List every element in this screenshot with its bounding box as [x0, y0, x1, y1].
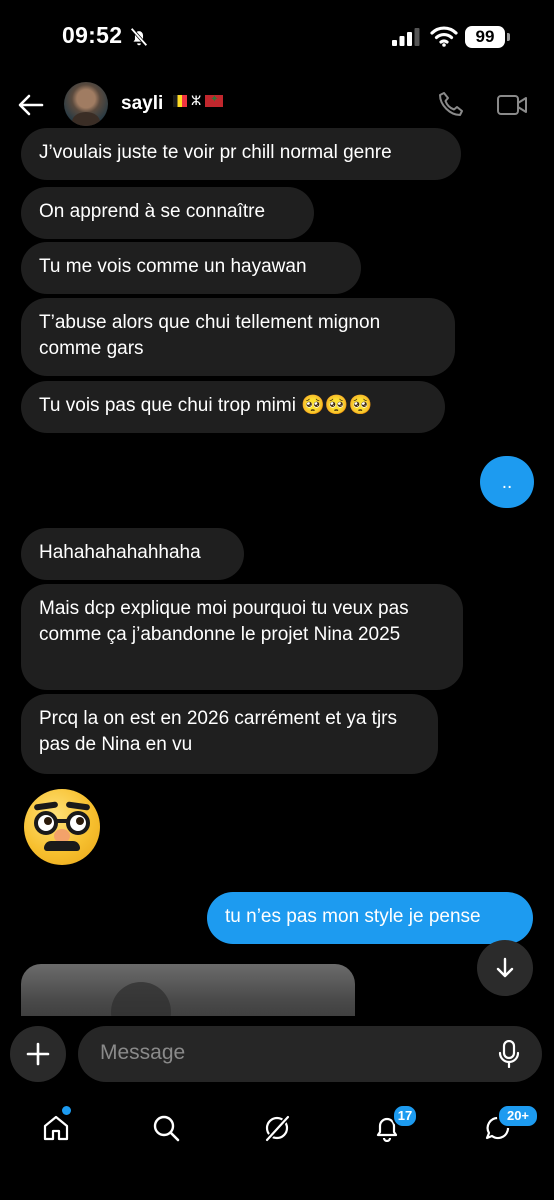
arrow-down-icon	[496, 957, 514, 978]
message-incoming[interactable]: J’voulais juste te voir pr chill normal …	[21, 128, 461, 180]
add-attachment-button[interactable]	[10, 1026, 66, 1082]
media-message-preview[interactable]	[21, 964, 355, 1024]
microphone-icon[interactable]	[498, 1040, 520, 1068]
cellular-signal-icon	[392, 28, 420, 46]
disguised-face-emoji[interactable]	[24, 789, 100, 865]
bell-muted-icon	[130, 27, 148, 47]
battery-indicator: 99	[465, 26, 510, 48]
contact-name[interactable]: sayli	[121, 93, 163, 115]
message-incoming[interactable]: Tu me vois comme un hayawan	[21, 242, 361, 294]
search-icon	[153, 1115, 180, 1142]
grok-icon	[265, 1115, 290, 1142]
tab-home[interactable]	[34, 1106, 78, 1150]
home-icon	[43, 1115, 69, 1141]
contact-flags: ⵣ	[173, 93, 224, 108]
tab-grok[interactable]	[255, 1106, 299, 1150]
status-time: 09:52	[62, 22, 123, 48]
message-outgoing[interactable]: tu n’es pas mon style je pense	[207, 892, 533, 944]
message-incoming[interactable]: Hahahahahahhaha	[21, 528, 244, 580]
message-outgoing[interactable]: ..	[480, 456, 534, 508]
message-incoming[interactable]: Prcq la on est en 2026 carrément et ya t…	[21, 694, 438, 774]
message-incoming[interactable]: T’abuse alors que chui tellement mignon …	[21, 298, 455, 376]
message-placeholder: Message	[100, 1041, 186, 1064]
status-bar: 09:52 99	[0, 0, 554, 76]
scroll-to-bottom-button[interactable]	[477, 940, 533, 996]
phone-call-icon[interactable]	[437, 90, 465, 118]
notifications-badge: 17	[392, 1104, 418, 1128]
video-call-icon[interactable]	[496, 92, 528, 118]
morocco-flag-icon	[205, 94, 224, 107]
wifi-icon	[430, 26, 458, 47]
plus-icon	[26, 1042, 50, 1066]
message-incoming[interactable]: Mais dcp explique moi pourquoi tu veux p…	[21, 584, 463, 690]
amazigh-symbol-icon: ⵣ	[191, 93, 202, 108]
back-arrow-icon[interactable]	[18, 92, 44, 118]
messages-badge: 20+	[497, 1104, 539, 1128]
message-incoming[interactable]: Tu vois pas que chui trop mimi 🥺🥺🥺	[21, 381, 445, 433]
home-unread-dot	[62, 1106, 71, 1115]
chat-header: sayli ⵣ	[0, 78, 554, 134]
message-incoming[interactable]: On apprend à se connaître	[21, 187, 314, 239]
belgium-flag-icon	[173, 95, 187, 107]
message-input[interactable]: Message	[78, 1026, 542, 1082]
contact-avatar[interactable]	[64, 82, 108, 126]
bottom-tab-bar	[0, 1098, 554, 1200]
tab-search[interactable]	[144, 1106, 188, 1150]
